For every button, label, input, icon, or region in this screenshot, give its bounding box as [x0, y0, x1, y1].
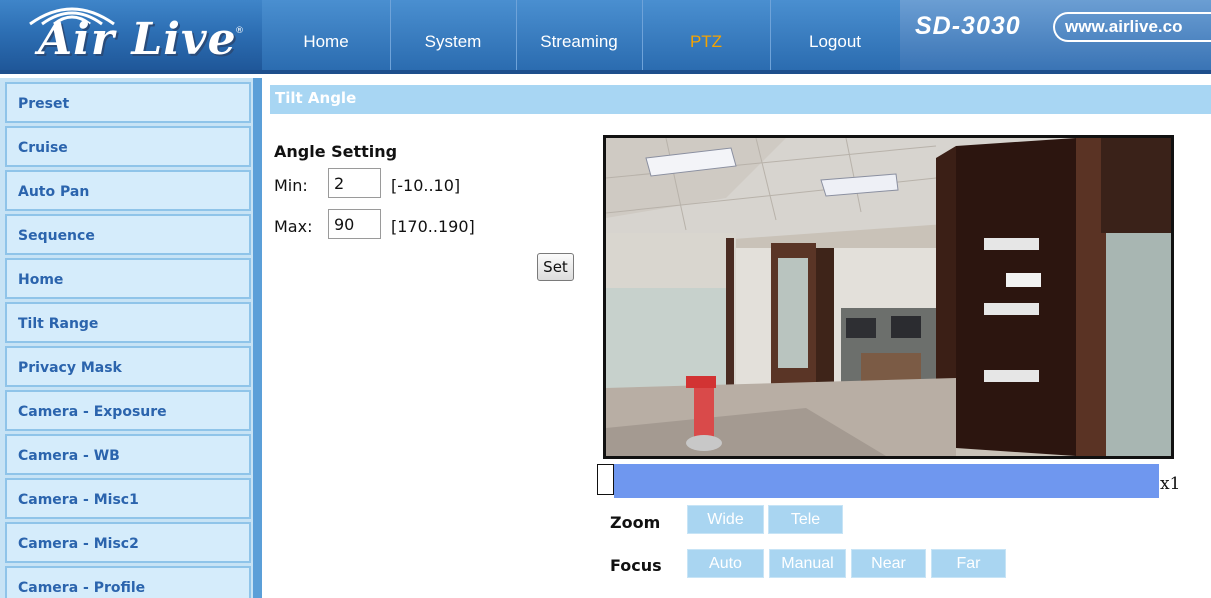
focus-label: Focus	[610, 556, 662, 575]
website-link[interactable]: www.airlive.co	[1053, 12, 1211, 42]
nav-ptz[interactable]: PTZ	[642, 0, 770, 70]
nav-divider	[516, 0, 517, 70]
sidebar-item-sequence[interactable]: Sequence	[5, 214, 251, 255]
angle-setting-heading: Angle Setting	[274, 142, 398, 161]
sidebar-item-home[interactable]: Home	[5, 258, 251, 299]
top-header: Air Live ® Home System Streaming PTZ Log…	[0, 0, 1211, 74]
focus-far-button[interactable]: Far	[931, 549, 1006, 578]
zoom-slider-handle[interactable]	[597, 464, 614, 495]
max-angle-input[interactable]	[328, 209, 381, 239]
zoom-slider-track[interactable]	[614, 464, 1159, 498]
sidebar-item-cruise[interactable]: Cruise	[5, 126, 251, 167]
min-range-hint: [-10..10]	[391, 176, 461, 195]
sidebar-item-camera-exposure[interactable]: Camera - Exposure	[5, 390, 251, 431]
focus-near-button[interactable]: Near	[851, 549, 926, 578]
section-title: Tilt Angle	[275, 89, 357, 107]
sidebar-item-tilt-range[interactable]: Tilt Range	[5, 302, 251, 343]
sidebar-item-camera-misc1[interactable]: Camera - Misc1	[5, 478, 251, 519]
airlive-logo: Air Live ®	[0, 0, 262, 70]
main-nav: Home System Streaming PTZ Logout	[262, 0, 900, 70]
nav-divider	[390, 0, 391, 70]
sidebar-divider	[253, 78, 262, 598]
zoom-label: Zoom	[610, 513, 661, 532]
ptz-sidebar: Preset Cruise Auto Pan Sequence Home Til…	[0, 78, 262, 598]
nav-system[interactable]: System	[390, 0, 516, 70]
nav-divider	[642, 0, 643, 70]
nav-logout[interactable]: Logout	[770, 0, 900, 70]
registered-mark: ®	[235, 26, 244, 36]
brand-name: Air Live	[38, 14, 237, 65]
nav-divider	[770, 0, 771, 70]
focus-manual-button[interactable]: Manual	[769, 549, 846, 578]
nav-home[interactable]: Home	[262, 0, 390, 70]
sidebar-item-camera-misc2[interactable]: Camera - Misc2	[5, 522, 251, 563]
zoom-level-readout: x1	[1160, 474, 1181, 494]
focus-auto-button[interactable]: Auto	[687, 549, 764, 578]
sidebar-item-preset[interactable]: Preset	[5, 82, 251, 123]
sidebar-item-auto-pan[interactable]: Auto Pan	[5, 170, 251, 211]
max-label: Max:	[274, 217, 313, 236]
min-label: Min:	[274, 176, 308, 195]
nav-streaming[interactable]: Streaming	[516, 0, 642, 70]
sidebar-item-privacy-mask[interactable]: Privacy Mask	[5, 346, 251, 387]
section-header-bar	[270, 85, 1211, 114]
set-button[interactable]: Set	[537, 253, 574, 281]
camera-live-view[interactable]	[603, 135, 1174, 459]
zoom-tele-button[interactable]: Tele	[768, 505, 843, 534]
sidebar-item-camera-profile[interactable]: Camera - Profile	[5, 566, 251, 598]
max-range-hint: [170..190]	[391, 217, 475, 236]
sidebar-item-camera-wb[interactable]: Camera - WB	[5, 434, 251, 475]
model-name: SD-3030	[915, 12, 1021, 40]
min-angle-input[interactable]	[328, 168, 381, 198]
camera-video-frame	[606, 138, 1171, 456]
zoom-wide-button[interactable]: Wide	[687, 505, 764, 534]
